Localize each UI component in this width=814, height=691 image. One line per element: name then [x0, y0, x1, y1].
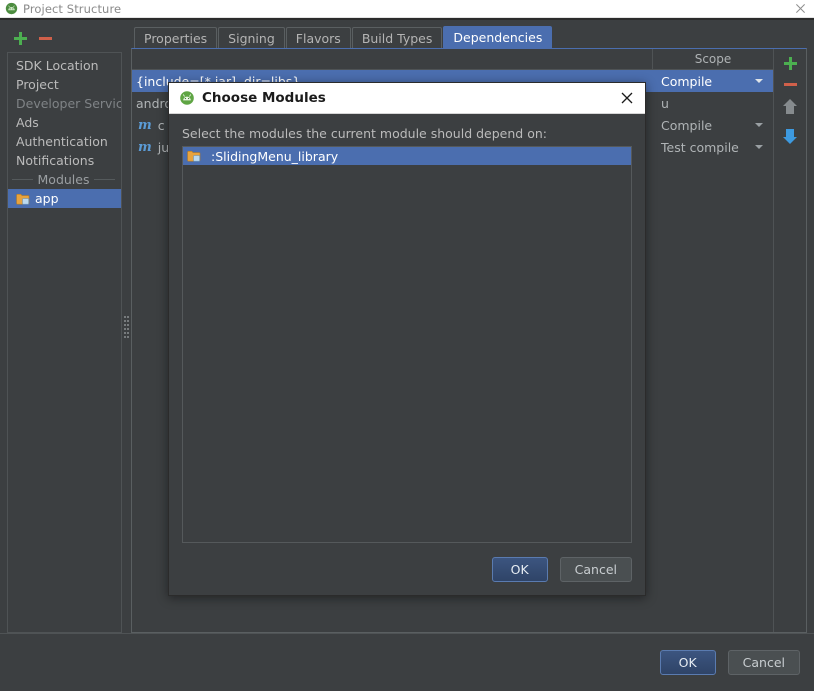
dependencies-toolbar [773, 49, 806, 632]
sidebar-item-project[interactable]: Project [8, 75, 121, 94]
android-studio-icon [179, 90, 195, 106]
column-header-name[interactable] [132, 49, 653, 69]
list-item[interactable]: :SlidingMenu_library [183, 147, 631, 165]
splitter-handle-icon [124, 315, 129, 338]
modules-panel: SDK Location Project Developer Services … [0, 20, 122, 633]
module-tabs: Properties Signing Flavors Build Types D… [131, 26, 807, 48]
sidebar-item-authentication[interactable]: Authentication [8, 132, 121, 151]
android-studio-icon [5, 2, 18, 15]
dependency-scope-value: Compile [661, 117, 713, 133]
modules-selection-list[interactable]: :SlidingMenu_library [182, 146, 632, 543]
close-icon[interactable] [792, 1, 808, 17]
chevron-down-icon[interactable] [755, 123, 763, 127]
module-folder-icon [16, 193, 30, 205]
dialog-titlebar: Choose Modules [169, 83, 645, 114]
sidebar-item-ads[interactable]: Ads [8, 113, 121, 132]
sidebar-separator-label: Modules [37, 172, 90, 187]
maven-module-icon: m [138, 117, 152, 133]
window-cancel-button[interactable]: Cancel [727, 650, 800, 675]
sidebar-item-label: SDK Location [16, 58, 99, 73]
dependency-scope-value: u [661, 95, 669, 111]
dialog-body: Select the modules the current module sh… [169, 114, 645, 543]
dependency-name-text: c [157, 117, 165, 133]
tab-label: Properties [144, 30, 208, 46]
tab-dependencies[interactable]: Dependencies [443, 26, 553, 48]
dialog-close-icon[interactable] [617, 88, 637, 108]
sidebar-item-label: Ads [16, 115, 39, 130]
tab-signing[interactable]: Signing [218, 27, 285, 48]
move-up-icon[interactable] [783, 99, 797, 115]
separator-line-left [12, 179, 33, 180]
sidebar-item-label: Authentication [16, 134, 108, 149]
maven-module-icon: m [138, 139, 152, 155]
dialog-prompt: Select the modules the current module sh… [182, 126, 547, 141]
module-folder-icon [187, 150, 201, 162]
dependencies-table-header: Scope [132, 49, 773, 70]
separator-line-right [94, 179, 115, 180]
tab-flavors[interactable]: Flavors [285, 27, 351, 48]
sidebar-item-label: app [35, 191, 59, 206]
dialog-title: Choose Modules [202, 90, 326, 106]
window-ok-button[interactable]: OK [659, 650, 716, 675]
list-item-label: :SlidingMenu_library [211, 148, 339, 164]
dependency-scope[interactable]: u [653, 96, 773, 111]
window-title: Project Structure [23, 1, 122, 16]
tab-label: Build Types [361, 30, 433, 46]
sidebar-item-sdk-location[interactable]: SDK Location [8, 56, 121, 75]
chevron-down-icon[interactable] [755, 145, 763, 149]
modules-toolbar [7, 26, 122, 50]
tab-label: Signing [228, 30, 275, 46]
window-titlebar: Project Structure [0, 0, 814, 18]
dependency-scope[interactable]: Test compile [653, 140, 773, 155]
dependency-scope-value: Test compile [661, 139, 739, 155]
dialog-cancel-button[interactable]: Cancel [559, 556, 632, 582]
tab-label: Dependencies [453, 30, 543, 45]
dialog-footer: OK Cancel [169, 543, 645, 595]
panel-splitter[interactable] [122, 20, 131, 633]
tab-label: Flavors [295, 30, 341, 46]
tab-properties[interactable]: Properties [134, 27, 218, 48]
sidebar-item-label: Notifications [16, 153, 95, 168]
dependency-scope[interactable]: Compile [653, 118, 773, 133]
add-dependency-icon[interactable] [783, 57, 797, 70]
choose-modules-dialog: Choose Modules Select the modules the cu… [168, 82, 646, 596]
sidebar-item-notifications[interactable]: Notifications [8, 151, 121, 170]
sidebar-item-label: Developer Services [16, 96, 122, 111]
sidebar-item-developer-services[interactable]: Developer Services [8, 94, 121, 113]
chevron-down-icon[interactable] [755, 79, 763, 83]
sidebar-separator-modules: Modules [8, 170, 121, 189]
sidebar-item-label: Project [16, 77, 59, 92]
sidebar-item-app[interactable]: app [8, 189, 121, 208]
dependency-scope[interactable]: Compile [653, 74, 773, 89]
modules-tree[interactable]: SDK Location Project Developer Services … [7, 52, 122, 633]
remove-dependency-icon[interactable] [783, 83, 797, 86]
column-header-scope[interactable]: Scope [653, 49, 773, 69]
add-module-icon[interactable] [14, 31, 27, 45]
move-down-icon[interactable] [783, 128, 797, 144]
remove-module-icon[interactable] [39, 36, 52, 40]
window-footer: OK Cancel [0, 633, 814, 691]
dependency-scope-value: Compile [661, 73, 713, 89]
tab-build-types[interactable]: Build Types [351, 27, 443, 48]
dialog-ok-button[interactable]: OK [491, 556, 548, 582]
